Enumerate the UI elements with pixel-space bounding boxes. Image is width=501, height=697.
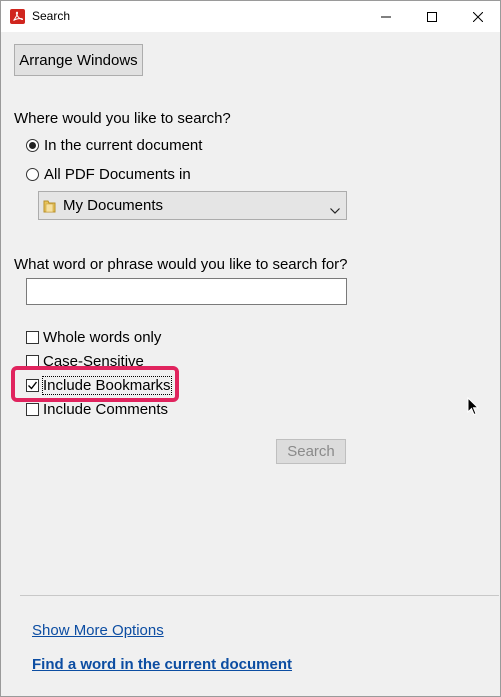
option-whole-words[interactable]: Whole words only (26, 329, 161, 346)
section-divider (20, 595, 499, 596)
window-title: Search (32, 9, 71, 23)
close-icon (473, 11, 483, 22)
radio-current-document[interactable]: In the current document (26, 137, 202, 154)
option-label-include-comments: Include Comments (43, 401, 169, 418)
folder-icon (43, 198, 57, 214)
search-window: Search Arrange Windows Where would you l… (0, 0, 501, 697)
search-phrase-input[interactable] (26, 278, 347, 305)
checkbox-include-comments[interactable] (26, 403, 39, 416)
arrange-windows-button[interactable]: Arrange Windows (14, 44, 143, 76)
title-bar[interactable]: Search (1, 1, 500, 32)
minimize-button[interactable] (363, 1, 409, 32)
show-more-options-link[interactable]: Show More Options (32, 622, 164, 639)
checkbox-whole-words[interactable] (26, 331, 39, 344)
mouse-pointer-icon (467, 396, 480, 420)
where-question: Where would you like to search? (14, 110, 231, 127)
phrase-question: What word or phrase would you like to se… (14, 256, 348, 273)
option-label-whole-words: Whole words only (43, 329, 162, 346)
location-dropdown[interactable]: My Documents (38, 191, 347, 220)
chevron-down-icon (330, 201, 340, 218)
radio-button-unselected[interactable] (26, 168, 39, 181)
acrobat-icon (10, 9, 25, 24)
maximize-icon (427, 11, 437, 22)
find-word-link[interactable]: Find a word in the current document (32, 656, 292, 673)
search-button[interactable]: Search (276, 439, 346, 464)
close-button[interactable] (455, 1, 501, 32)
annotation-highlight-box (11, 366, 179, 402)
minimize-icon (381, 16, 391, 17)
option-include-comments[interactable]: Include Comments (26, 401, 168, 418)
radio-label-allpdf: All PDF Documents in (44, 166, 191, 183)
radio-label-current: In the current document (44, 137, 203, 154)
location-value: My Documents (63, 197, 164, 214)
radio-button-selected[interactable] (26, 139, 39, 152)
radio-all-pdf-documents[interactable]: All PDF Documents in (26, 166, 191, 183)
maximize-button[interactable] (409, 1, 455, 32)
